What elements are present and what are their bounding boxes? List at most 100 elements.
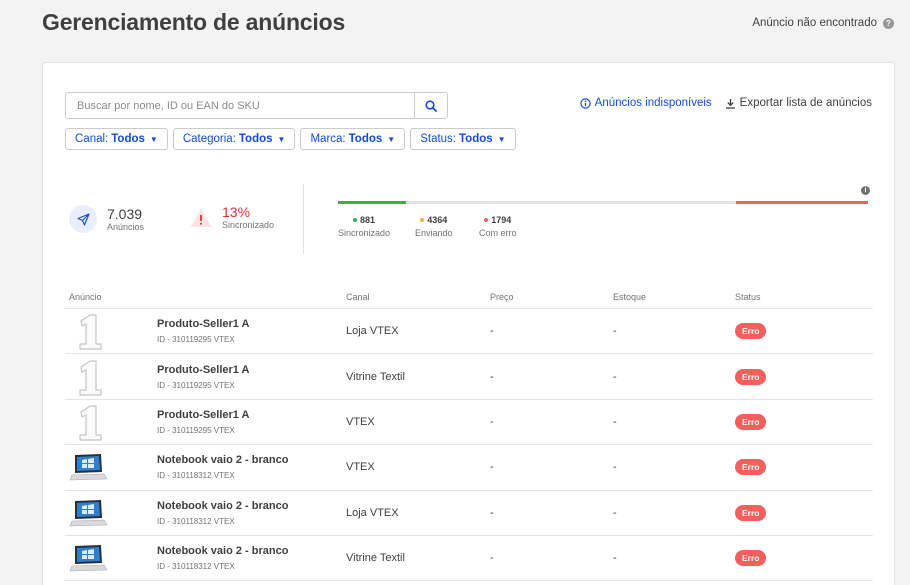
not-found-label: Anúncio não encontrado [752, 17, 877, 29]
sync-stat: 13% Sincronizado [189, 205, 274, 230]
ad-cell: Produto-Seller1 A ID - 310119295 VTEX [65, 312, 346, 350]
sync-pct-label: Sincronizado [222, 220, 275, 230]
product-thumbnail [69, 494, 109, 532]
error-bar-segment [736, 201, 868, 204]
product-id: ID - 310118312 VTEX [157, 562, 235, 572]
number-one-image [79, 405, 102, 441]
filter-marca-label: Marca: [310, 133, 346, 145]
stock-cell: - [613, 461, 617, 474]
legend-synced: 881 Sincronizado [338, 215, 390, 238]
product-thumbnail [69, 403, 109, 441]
legend-error: 1794 Com erro [479, 215, 517, 238]
status-badge[interactable]: Erro [735, 413, 767, 430]
legend-sending-label: Enviando [415, 228, 453, 238]
table-row[interactable]: Notebook vaio 2 - branco ID - 310118312 … [65, 491, 873, 536]
table-row[interactable]: Produto-Seller1 A ID - 310119295 VTEX Vi… [65, 354, 873, 400]
price-cell: - [490, 415, 494, 428]
channel-cell: Vitrine Textil [346, 370, 405, 383]
col-header-preco: Preço [490, 291, 514, 302]
ad-cell: Notebook vaio 2 - branco ID - 310118312 … [65, 539, 346, 577]
ads-table: Anúncio Canal Preço Estoque Status Produ… [65, 285, 873, 582]
filter-status[interactable]: Status: Todos ▼ [410, 128, 516, 150]
product-id: ID - 310119295 VTEX [157, 380, 235, 390]
product-thumbnail [69, 312, 109, 350]
status-cell: Erro [735, 504, 873, 521]
status-badge[interactable]: Erro [735, 550, 767, 567]
price-cell: - [490, 370, 494, 383]
filter-marca[interactable]: Marca: Todos ▼ [300, 128, 406, 150]
status-badge[interactable]: Erro [735, 323, 767, 340]
info-icon[interactable]: i [861, 186, 870, 195]
filter-status-label: Status: [420, 133, 457, 145]
product-thumbnail [69, 539, 109, 577]
stock-cell: - [613, 325, 617, 338]
table-header: Anúncio Canal Preço Estoque Status [65, 285, 873, 309]
status-badge[interactable]: Erro [735, 504, 767, 521]
export-list-label: Exportar lista de anúncios [739, 97, 872, 109]
legend-error-label: Com erro [479, 228, 517, 238]
stock-cell: - [613, 506, 617, 519]
unavailable-ads-label: Anúncios indisponíveis [594, 97, 712, 109]
status-cell: Erro [735, 550, 873, 567]
product-name: Notebook vaio 2 - branco [157, 499, 289, 512]
table-row[interactable]: Notebook vaio 2 - branco ID - 310118312 … [65, 445, 873, 491]
table-row[interactable]: Produto-Seller1 A ID - 310119295 VTEX VT… [65, 400, 873, 446]
product-id: ID - 310119295 VTEX [157, 335, 235, 345]
ad-cell: Notebook vaio 2 - branco ID - 310118312 … [65, 494, 346, 532]
sync-pct-value: 13% [222, 204, 251, 220]
product-name: Produto-Seller1 A [157, 408, 250, 421]
legend-synced-value: 881 [360, 215, 376, 225]
filters-bar: Canal: Todos ▼ Categoria: Todos ▼ Marca:… [65, 128, 516, 150]
table-row[interactable]: Notebook vaio 2 - branco ID - 310118312 … [65, 536, 873, 582]
search-button[interactable] [414, 93, 447, 118]
table-row[interactable]: Produto-Seller1 A ID - 310119295 VTEX Lo… [65, 309, 873, 355]
product-id: ID - 310118312 VTEX [157, 516, 235, 526]
col-header-status: Status [735, 291, 761, 302]
ad-cell: Produto-Seller1 A ID - 310119295 VTEX [65, 358, 346, 396]
filter-categoria[interactable]: Categoria: Todos ▼ [172, 128, 296, 150]
ads-count-label: Anúncios [107, 221, 145, 232]
status-badge[interactable]: Erro [735, 368, 767, 385]
legend-error-value: 1794 [491, 215, 512, 225]
col-header-anuncio: Anúncio [69, 291, 102, 302]
search-input[interactable] [66, 93, 414, 118]
legend-sending-value: 4364 [427, 215, 448, 225]
filter-canal[interactable]: Canal: Todos ▼ [65, 128, 168, 150]
product-id: ID - 310118312 VTEX [157, 471, 235, 481]
status-cell: Erro [735, 413, 873, 430]
col-header-estoque: Estoque [613, 291, 647, 302]
ads-card: Anúncios indisponíveis Exportar lista de… [42, 62, 895, 585]
channel-cell: Vitrine Textil [346, 552, 405, 565]
search-box [65, 92, 448, 119]
ad-cell: Produto-Seller1 A ID - 310119295 VTEX [65, 403, 346, 441]
chevron-down-icon: ▼ [277, 134, 286, 144]
summary-panel: 7.039 Anúncios 13% Sincronizado i 881 Si… [69, 184, 874, 256]
page-title: Gerenciamento de anúncios [42, 9, 346, 35]
not-found-link[interactable]: Anúncio não encontrado ? [752, 17, 894, 29]
summary-divider [303, 184, 304, 254]
product-thumbnail [69, 448, 109, 486]
number-one-image [79, 314, 102, 350]
status-badge[interactable]: Erro [735, 459, 767, 476]
number-one-image [79, 359, 102, 396]
red-dot-icon [484, 218, 489, 222]
filter-status-value: Todos [459, 133, 493, 145]
product-name: Notebook vaio 2 - branco [157, 545, 289, 558]
green-dot-icon [353, 218, 357, 222]
ads-count-value: 7.039 [107, 205, 143, 222]
legend-sending: 4364 Enviando [415, 215, 453, 238]
synced-bar-segment [338, 201, 406, 204]
download-icon [725, 98, 735, 109]
export-list-link[interactable]: Exportar lista de anúncios [725, 97, 872, 109]
unavailable-ads-link[interactable]: Anúncios indisponíveis [579, 97, 712, 109]
warning-icon [190, 208, 212, 227]
ad-cell: Notebook vaio 2 - branco ID - 310118312 … [65, 448, 346, 486]
laptop-image [69, 499, 108, 527]
send-icon [69, 205, 97, 233]
stock-cell: - [613, 370, 617, 383]
laptop-image [69, 545, 108, 572]
product-id: ID - 310119295 VTEX [157, 425, 235, 435]
product-thumbnail [69, 358, 109, 396]
chevron-down-icon: ▼ [387, 134, 396, 144]
price-cell: - [490, 325, 494, 338]
